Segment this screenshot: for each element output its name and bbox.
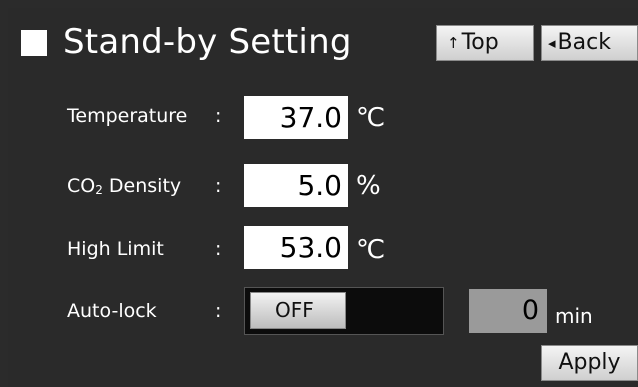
- apply-button[interactable]: Apply: [541, 345, 638, 381]
- top-button[interactable]: ↑ Top: [436, 25, 534, 61]
- auto-lock-toggle[interactable]: OFF: [244, 287, 444, 335]
- temperature-input[interactable]: 37.0: [244, 96, 348, 139]
- auto-lock-label: Auto-lock: [67, 300, 157, 322]
- co2-label-subscript: 2: [95, 183, 103, 197]
- co2-colon: :: [215, 175, 222, 197]
- temperature-label: Temperature: [67, 105, 188, 127]
- co2-label-prefix: CO: [67, 175, 96, 197]
- high-limit-input[interactable]: 53.0: [244, 226, 348, 269]
- auto-lock-minutes-input[interactable]: 0: [469, 289, 547, 333]
- auto-lock-toggle-knob[interactable]: OFF: [250, 292, 346, 329]
- top-button-label: Top: [461, 30, 499, 55]
- temperature-unit: ℃: [356, 103, 386, 133]
- high-limit-unit: ℃: [356, 235, 386, 265]
- co2-density-label: CO2 Density: [67, 175, 181, 197]
- back-button[interactable]: ◂ Back: [541, 25, 638, 61]
- up-arrow-icon: ↑: [447, 34, 460, 52]
- left-triangle-icon: ◂: [548, 34, 556, 52]
- co2-density-unit: %: [356, 171, 381, 201]
- page-title: Stand-by Setting: [63, 22, 352, 62]
- temperature-colon: :: [215, 105, 222, 127]
- co2-density-input[interactable]: 5.0: [244, 164, 348, 207]
- auto-lock-minutes-unit: min: [555, 304, 593, 328]
- auto-lock-colon: :: [215, 300, 222, 322]
- high-limit-colon: :: [215, 238, 222, 260]
- co2-label-suffix: Density: [102, 175, 182, 197]
- back-button-label: Back: [557, 30, 611, 55]
- title-square-icon: [21, 30, 47, 56]
- high-limit-label: High Limit: [67, 238, 164, 260]
